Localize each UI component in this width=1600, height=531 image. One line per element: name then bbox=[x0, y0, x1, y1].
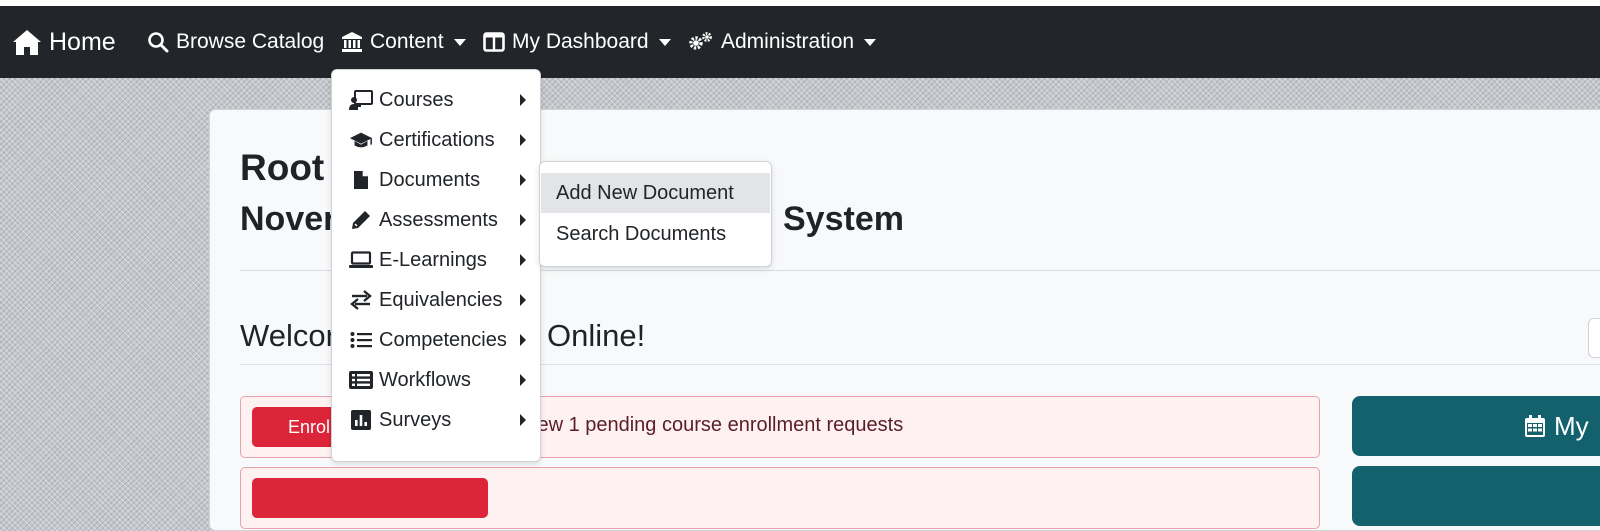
nav-administration-label: Administration bbox=[721, 30, 855, 53]
content-dropdown-menu: Courses Certifications Documents Assessm… bbox=[331, 69, 541, 462]
nav-browse-catalog-label: Browse Catalog bbox=[176, 30, 325, 53]
my-calendar-label: My bbox=[1554, 410, 1589, 441]
chevron-right-icon bbox=[520, 414, 526, 426]
columns-icon bbox=[483, 32, 505, 52]
laptop-icon bbox=[349, 250, 373, 270]
secondary-alert-button[interactable] bbox=[252, 478, 488, 518]
nav-administration[interactable]: Administration bbox=[688, 6, 877, 78]
welcome-heading: Welcor Online! bbox=[240, 318, 645, 354]
menu-item-label: Workflows bbox=[379, 368, 471, 391]
poll-icon bbox=[349, 410, 373, 430]
cogs-icon bbox=[688, 31, 714, 53]
submenu-add-new-document[interactable]: Add New Document bbox=[541, 173, 770, 213]
menu-item-equivalencies[interactable]: Equivalencies bbox=[332, 280, 540, 320]
page-subtitle-end: System bbox=[783, 200, 904, 238]
search-icon bbox=[147, 31, 169, 53]
chevron-right-icon bbox=[520, 334, 526, 346]
secondary-alert bbox=[240, 467, 1320, 529]
documents-submenu: Add New Document Search Documents bbox=[539, 161, 772, 267]
file-icon bbox=[349, 170, 373, 190]
chevron-right-icon bbox=[520, 294, 526, 306]
nav-home[interactable]: Home bbox=[12, 6, 116, 78]
menu-item-assessments[interactable]: Assessments bbox=[332, 200, 540, 240]
menu-item-certifications[interactable]: Certifications bbox=[332, 120, 540, 160]
menu-item-label: Assessments bbox=[379, 208, 498, 231]
page-subtitle-start: Nover bbox=[240, 200, 337, 238]
landmark-icon bbox=[341, 31, 363, 53]
welcome-start: Welcor bbox=[240, 318, 336, 353]
menu-item-competencies[interactable]: Competencies bbox=[332, 320, 540, 360]
enroll-button-label: Enroll bbox=[288, 416, 335, 437]
menu-item-label: Certifications bbox=[379, 128, 495, 151]
chevron-right-icon bbox=[520, 134, 526, 146]
nav-my-dashboard[interactable]: My Dashboard bbox=[483, 6, 671, 78]
secondary-side-button[interactable] bbox=[1352, 466, 1600, 526]
list-icon bbox=[349, 330, 373, 350]
chevron-right-icon bbox=[520, 214, 526, 226]
pencil-icon bbox=[349, 210, 373, 230]
menu-item-courses[interactable]: Courses bbox=[332, 80, 540, 120]
menu-item-label: Surveys bbox=[379, 408, 452, 431]
calendar-icon bbox=[1524, 414, 1546, 438]
submenu-item-label: Add New Document bbox=[556, 181, 734, 204]
nav-home-label: Home bbox=[49, 27, 116, 56]
submenu-item-label: Search Documents bbox=[556, 222, 727, 245]
menu-item-e-learnings[interactable]: E-Learnings bbox=[332, 240, 540, 280]
page-title: Root bbox=[240, 147, 325, 188]
menu-item-surveys[interactable]: Surveys bbox=[332, 400, 540, 440]
chevron-right-icon bbox=[520, 254, 526, 266]
menu-item-label: Competencies bbox=[379, 328, 507, 351]
menu-item-workflows[interactable]: Workflows bbox=[332, 360, 540, 400]
chevron-right-icon bbox=[520, 374, 526, 386]
graduation-cap-icon bbox=[349, 130, 373, 150]
home-icon bbox=[12, 28, 42, 56]
chalkboard-teacher-icon bbox=[349, 90, 373, 110]
nav-content[interactable]: Content bbox=[341, 6, 466, 78]
chevron-right-icon bbox=[520, 94, 526, 106]
nav-browse-catalog[interactable]: Browse Catalog bbox=[147, 6, 324, 78]
side-toggle-button[interactable] bbox=[1588, 318, 1600, 358]
my-calendar-button[interactable]: My bbox=[1352, 396, 1600, 456]
page-subtitle: Nover System bbox=[240, 198, 904, 240]
nav-content-label: Content bbox=[370, 30, 444, 53]
menu-item-documents[interactable]: Documents bbox=[332, 160, 540, 200]
alert-text: iew 1 pending course enrollment requests bbox=[533, 414, 904, 436]
chevron-down-icon bbox=[453, 38, 466, 46]
menu-item-label: Documents bbox=[379, 168, 481, 191]
submenu-search-documents[interactable]: Search Documents bbox=[541, 214, 770, 254]
chevron-down-icon bbox=[864, 38, 877, 46]
exchange-icon bbox=[349, 290, 373, 310]
menu-item-label: Equivalencies bbox=[379, 288, 503, 311]
list-alt-icon bbox=[349, 370, 373, 390]
welcome-end: Online! bbox=[547, 318, 646, 353]
top-navbar: Home Browse Catalog Content My Dashboard… bbox=[0, 6, 1600, 78]
menu-item-label: Courses bbox=[379, 88, 454, 111]
menu-item-label: E-Learnings bbox=[379, 248, 487, 271]
chevron-down-icon bbox=[658, 38, 671, 46]
chevron-right-icon bbox=[520, 174, 526, 186]
nav-my-dashboard-label: My Dashboard bbox=[512, 30, 649, 53]
